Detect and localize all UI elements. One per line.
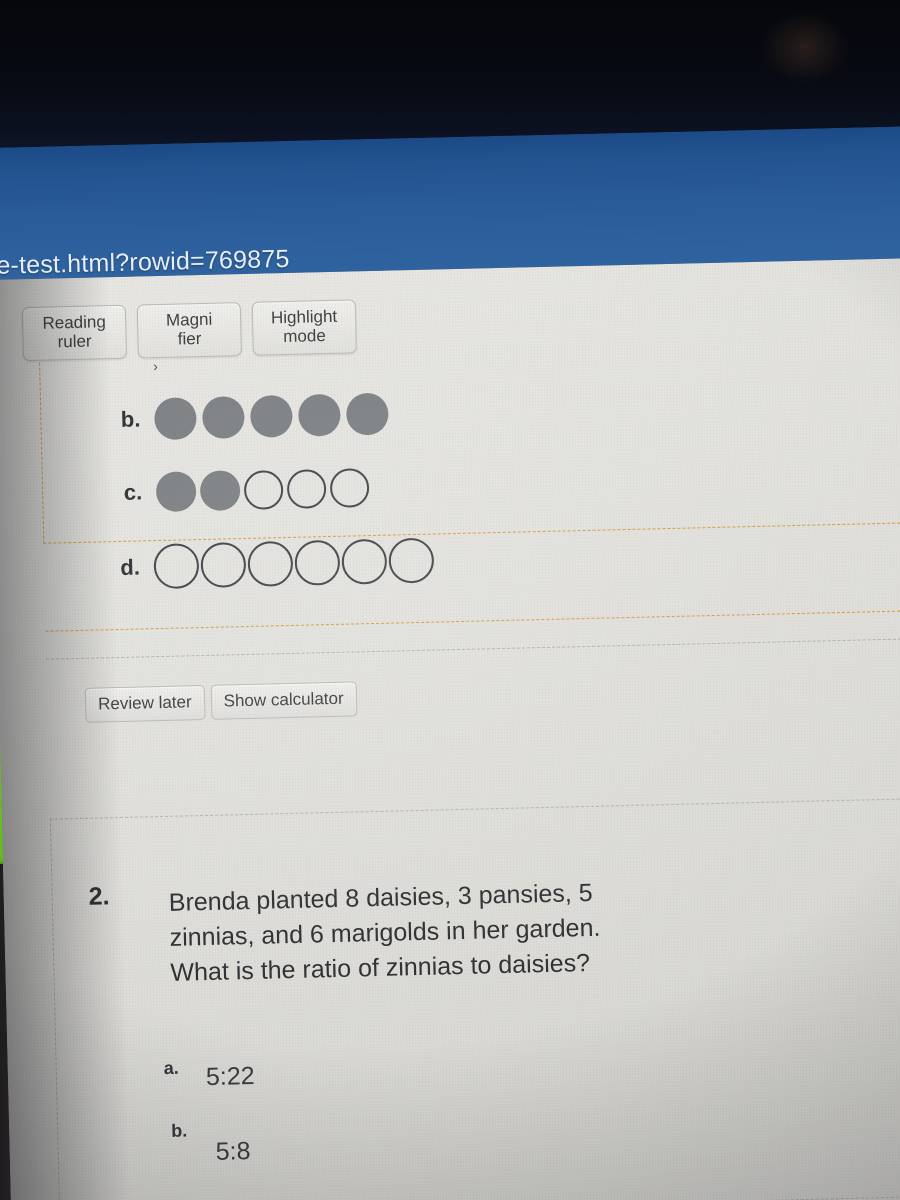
empty-circle [341, 538, 388, 585]
screen-content: line-test.html?rowid=769875 Reading rule… [0, 125, 900, 1200]
option-value: 5:22 [205, 1061, 255, 1092]
question-2-stem: Brenda planted 8 daisies, 3 pansies, 5 z… [168, 878, 601, 987]
filled-circle [155, 471, 197, 513]
empty-circle [200, 541, 247, 589]
review-later-button[interactable]: Review later [84, 685, 206, 723]
question-2-number: 2. [88, 882, 110, 911]
answer-circles [153, 537, 435, 590]
filled-circle [153, 397, 197, 441]
section-divider [46, 637, 900, 660]
option-letter: c. [123, 479, 143, 505]
filled-circle [297, 393, 341, 437]
option-letter: a. [163, 1057, 179, 1079]
question-1-option-d[interactable]: d. [101, 537, 435, 591]
filled-circle [201, 395, 245, 439]
question-1-option-c[interactable]: c. [104, 467, 370, 513]
filled-circle [345, 392, 389, 436]
question-1-actions: Review later Show calculator [84, 681, 358, 723]
test-page: Reading ruler Magni fier Highlight mode … [0, 257, 900, 1200]
question-1-container [39, 341, 900, 544]
answer-circles [155, 467, 370, 513]
option-value: 5:8 [215, 1137, 251, 1166]
cursor-artifact-icon: › [152, 358, 159, 375]
accessibility-toolbar: Reading ruler Magni fier Highlight mode [21, 299, 357, 362]
reading-ruler-button[interactable]: Reading ruler [21, 304, 128, 362]
monitor-photo: line-test.html?rowid=769875 Reading rule… [0, 0, 900, 1200]
question-1-bottom-divider [45, 609, 900, 632]
answer-circles [153, 392, 389, 441]
empty-circle [286, 468, 327, 509]
option-letter: b. [170, 1120, 188, 1141]
show-calculator-button[interactable]: Show calculator [210, 681, 358, 720]
ambient-light-glow [760, 10, 850, 85]
magnifier-button[interactable]: Magni fier [136, 302, 242, 359]
empty-circle [153, 543, 200, 590]
empty-circle [329, 467, 370, 508]
browser-address-bar[interactable]: line-test.html?rowid=769875 [0, 125, 900, 280]
empty-circle [294, 539, 341, 586]
empty-circle [388, 537, 435, 584]
question-1-option-b[interactable]: b. [102, 392, 389, 442]
empty-circle [247, 540, 294, 587]
highlight-mode-button[interactable]: Highlight mode [251, 299, 357, 356]
option-letter: d. [120, 553, 141, 580]
empty-circle [243, 469, 284, 510]
filled-circle [199, 470, 241, 512]
filled-circle [249, 394, 293, 438]
option-letter: b. [120, 406, 141, 432]
